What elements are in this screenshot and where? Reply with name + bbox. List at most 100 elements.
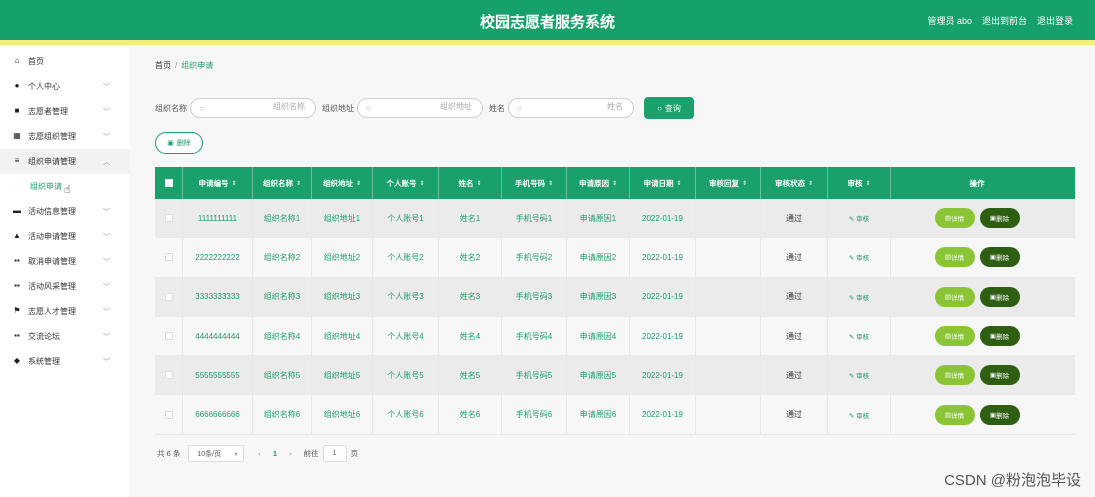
org-name-input[interactable] (215, 102, 305, 111)
detail-button[interactable]: ▤ 详情 (934, 326, 975, 347)
header-select-all[interactable] (155, 167, 183, 199)
org-address-field[interactable]: ○ (357, 98, 483, 118)
page-number-current[interactable]: 1 (273, 449, 277, 458)
header-date[interactable]: 申请日期 ⇕ (630, 167, 696, 199)
header-reply[interactable]: 审核回复 ⇕ (696, 167, 761, 199)
sidebar-item-volunteer-mgmt[interactable]: ■ 志愿者管理 ﹀ (0, 99, 130, 124)
next-page-button[interactable]: › (289, 449, 292, 458)
org-name-field[interactable]: ○ (190, 98, 316, 118)
cell-status: 通过 (761, 395, 828, 434)
row-actions: ▤ 详情 ▣ 删除 (891, 278, 1063, 316)
cell-apply-no: 6666666666 (183, 395, 253, 434)
batch-delete-button[interactable]: ▣ 删除 (155, 132, 203, 154)
sidebar-item-talent-mgmt[interactable]: ⚑ 志愿人才管理 ﹀ (0, 299, 130, 324)
prev-page-button[interactable]: ‹ (258, 449, 261, 458)
detail-button[interactable]: ▤ 详情 (934, 404, 975, 425)
search-icon: ○ (366, 104, 371, 113)
name-input[interactable] (533, 102, 623, 111)
row-checkbox[interactable] (164, 371, 173, 380)
audit-link[interactable]: ✎ 审核 (849, 213, 869, 223)
sidebar-item-activity-info[interactable]: ▬ 活动信息管理 ﹀ (0, 199, 130, 224)
cell-apply-no: 2222222222 (183, 238, 253, 277)
cell-org-address: 组织地址5 (312, 356, 373, 395)
sort-icon: ⇕ (611, 180, 618, 187)
cell-phone: 手机号码3 (502, 277, 567, 316)
search-button-label: 查询 (664, 103, 681, 113)
goto-label: 前往 (303, 449, 319, 458)
checkbox[interactable] (164, 179, 173, 187)
detail-button[interactable]: ▤ 详情 (934, 286, 975, 307)
sidebar-item-activity-showcase[interactable]: ▪▪ 活动风采管理 ﹀ (0, 274, 130, 299)
sidebar-item-org-mgmt[interactable]: ▦ 志愿组织管理 ﹀ (0, 124, 130, 149)
page-size-select[interactable]: 10条/页 ▾ (188, 445, 245, 462)
cell-reason: 申请原因3 (567, 277, 630, 316)
cell-apply-no: 1111111111 (183, 199, 253, 238)
header-org-name[interactable]: 组织名称 ⇕ (253, 167, 312, 199)
sidebar-item-personal-center[interactable]: ● 个人中心 ﹀ (0, 74, 130, 99)
header-account[interactable]: 个人账号 ⇕ (373, 167, 439, 199)
sidebar-item-label: 系统管理 (28, 357, 60, 366)
sidebar-item-forum[interactable]: ▪▪ 交流论坛 ﹀ (0, 324, 130, 349)
goto-page-input[interactable]: 1 (322, 445, 347, 462)
audit-link[interactable]: ✎ 审核 (849, 370, 869, 380)
sort-icon: ⇕ (676, 180, 682, 187)
delete-button[interactable]: ▣ 删除 (979, 247, 1020, 268)
delete-button[interactable]: ▣ 删除 (979, 365, 1020, 386)
cell-reason: 申请原因4 (567, 316, 630, 356)
sidebar-item-cancel-apply[interactable]: ▪▪ 取消申请管理 ﹀ (0, 249, 130, 274)
row-checkbox[interactable] (164, 332, 173, 341)
header-apply-no[interactable]: 申请编号 ⇕ (183, 167, 253, 199)
audit-link[interactable]: ✎ 审核 (849, 292, 869, 302)
header-status[interactable]: 审核状态 ⇕ (761, 167, 828, 199)
header-org-address[interactable]: 组织地址 ⇕ (312, 167, 373, 199)
row-checkbox[interactable] (164, 292, 173, 301)
header-name[interactable]: 姓名 ⇕ (439, 167, 502, 199)
breadcrumb-current: 组织申请 (181, 61, 214, 70)
sidebar-item-org-apply-mgmt[interactable]: ≡ 组织申请管理 ︿ (0, 149, 130, 174)
cell-name: 姓名6 (439, 395, 502, 434)
row-checkbox[interactable] (164, 253, 173, 262)
header-audit[interactable]: 审核 ⇕ (828, 167, 891, 199)
detail-button[interactable]: ▤ 详情 (934, 365, 975, 386)
row-checkbox[interactable] (164, 214, 173, 223)
sidebar-item-label: 首页 (28, 57, 44, 66)
sidebar-item-system-mgmt[interactable]: ◆ 系统管理 ﹀ (0, 349, 130, 374)
detail-button[interactable]: ▤ 详情 (934, 247, 975, 268)
header-reason[interactable]: 申请原因 ⇕ (567, 167, 630, 199)
sidebar-item-label: 志愿组织管理 (28, 132, 76, 141)
sidebar-item-home[interactable]: ⌂ 首页 (0, 49, 130, 74)
search-button[interactable]: ○ 查询 (644, 97, 694, 119)
logout-link[interactable]: 退出登录 (1037, 14, 1073, 27)
cell-phone: 手机号码2 (502, 238, 567, 277)
delete-button[interactable]: ▣ 删除 (979, 208, 1020, 229)
org-address-input[interactable] (382, 102, 472, 111)
row-checkbox[interactable] (164, 410, 173, 419)
hand-cursor-icon: ☝ (64, 184, 71, 196)
delete-button[interactable]: ▣ 删除 (979, 404, 1020, 425)
delete-button[interactable]: ▣ 删除 (979, 286, 1020, 307)
sidebar-item-activity-apply[interactable]: ▲ 活动申请管理 ﹀ (0, 224, 130, 249)
audit-link[interactable]: ✎ 审核 (849, 410, 869, 420)
table-row: 5555555555 组织名称5 组织地址5 个人账号5 姓名5 手机号码5 申… (155, 356, 1075, 396)
cell-name: 姓名1 (439, 199, 502, 238)
header-phone[interactable]: 手机号码 ⇕ (502, 167, 567, 199)
cell-reply (696, 356, 761, 395)
sort-icon: ⇕ (807, 180, 814, 187)
cell-phone: 手机号码4 (502, 316, 567, 356)
name-field[interactable]: ○ (508, 98, 634, 118)
location-icon: ◆ (13, 356, 21, 365)
audit-link[interactable]: ✎ 审核 (849, 252, 869, 262)
cell-name: 姓名5 (439, 356, 502, 395)
person-icon: ● (14, 81, 20, 90)
search-icon: ○ (517, 104, 522, 113)
sidebar-item-label: 志愿人才管理 (28, 307, 76, 316)
submenu-item-org-apply[interactable]: 组织申请 ☝ (0, 174, 130, 199)
detail-button[interactable]: ▤ 详情 (934, 208, 975, 229)
cell-date: 2022-01-19 (630, 395, 696, 434)
total-count: 共 6 条 (157, 449, 181, 458)
audit-link[interactable]: ✎ 审核 (849, 331, 869, 341)
back-to-front-link[interactable]: 退出到前台 (982, 14, 1027, 27)
delete-button[interactable]: ▣ 删除 (979, 326, 1020, 347)
breadcrumb-home[interactable]: 首页 (155, 61, 171, 70)
row-actions: ▤ 详情 ▣ 删除 (891, 356, 1063, 394)
